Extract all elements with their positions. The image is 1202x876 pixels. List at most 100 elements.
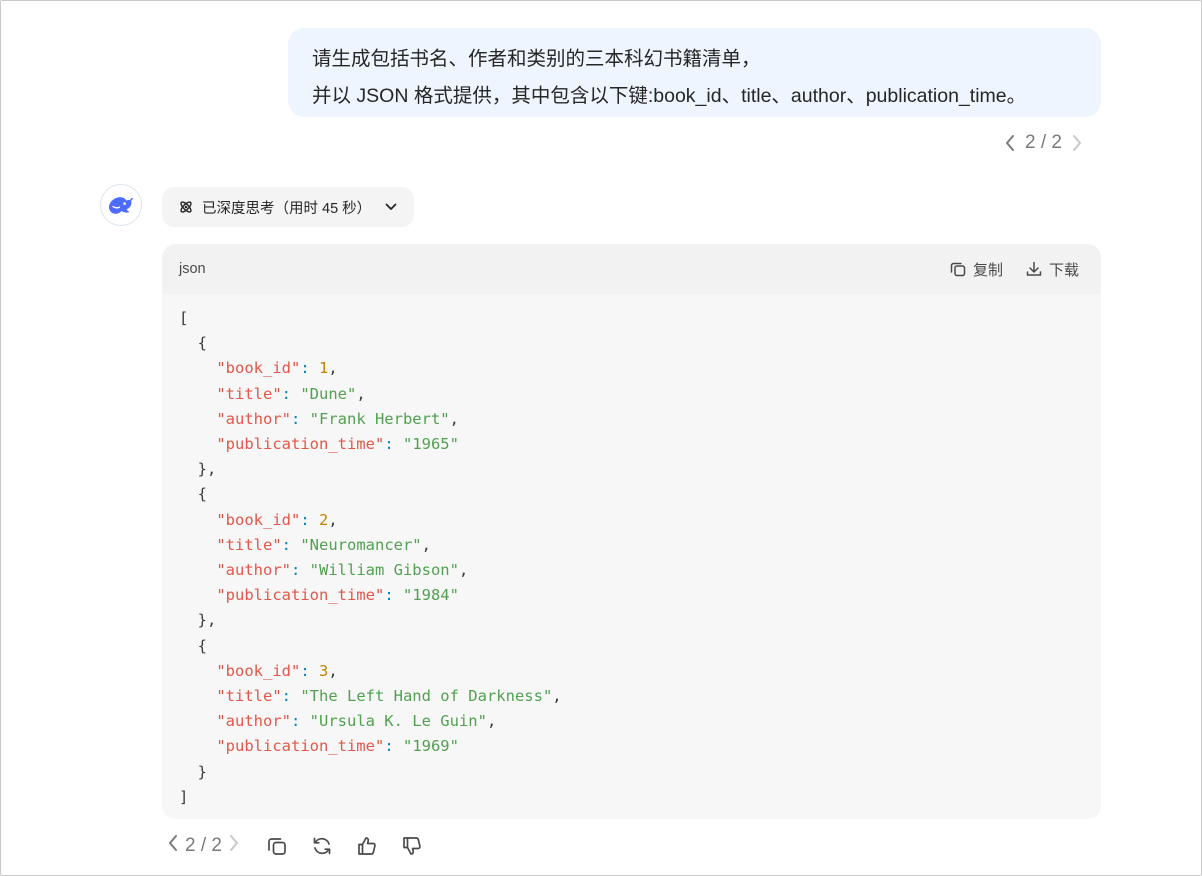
- like-button[interactable]: [352, 831, 382, 861]
- json-punct: ,: [458, 561, 469, 580]
- json-string: "Ursula K. Le Guin": [309, 712, 487, 731]
- json-punct: ]: [179, 787, 189, 806]
- json-punct: ,: [486, 712, 497, 731]
- json-key: "author": [216, 409, 291, 428]
- code-line: {: [179, 482, 1101, 507]
- code-line: "title": "Neuromancer",: [179, 533, 1101, 558]
- json-punct: ,: [328, 359, 338, 378]
- code-line: "book_id": 2,: [179, 508, 1101, 533]
- next-version-button[interactable]: [1068, 134, 1086, 152]
- chevron-left-icon: [169, 835, 177, 851]
- code-language-label: json: [179, 261, 206, 277]
- whale-logo-icon: [109, 197, 133, 214]
- code-line: "publication_time": "1965": [179, 432, 1101, 457]
- response-action-bar: 2 / 2: [167, 831, 442, 861]
- json-colon: :: [290, 712, 310, 731]
- json-colon: :: [281, 384, 301, 403]
- json-punct: ,: [552, 687, 562, 706]
- json-key: "publication_time": [216, 435, 385, 454]
- json-string: "William Gibson": [309, 561, 459, 580]
- code-line: },: [179, 608, 1101, 633]
- dislike-button[interactable]: [397, 831, 427, 861]
- code-line: "author": "William Gibson",: [179, 558, 1101, 583]
- json-colon: :: [300, 359, 319, 378]
- deep-thinking-toggle[interactable]: 已深度思考（用时 45 秒）: [162, 187, 414, 227]
- code-line: "book_id": 1,: [179, 356, 1101, 381]
- json-colon: :: [300, 661, 319, 680]
- json-key: "book_id": [216, 359, 301, 378]
- user-message-bubble: 请生成包括书名、作者和类别的三本科幻书籍清单， 并以 JSON 格式提供，其中包…: [288, 28, 1101, 117]
- json-code-content: [ { "book_id": 1, "title": "Dune", "auth…: [162, 294, 1101, 810]
- code-line: ]: [179, 785, 1101, 810]
- json-punct: ,: [421, 535, 431, 554]
- user-message-line-1: 请生成包括书名、作者和类别的三本科幻书籍清单，: [312, 48, 761, 70]
- regenerate-button[interactable]: [307, 831, 337, 861]
- copy-response-button[interactable]: [262, 831, 292, 861]
- json-colon: :: [384, 737, 403, 756]
- refresh-icon: [313, 837, 331, 855]
- response-pager-count: 2 / 2: [185, 835, 222, 856]
- code-line: [: [179, 306, 1101, 331]
- json-punct: },: [179, 460, 217, 479]
- download-icon: [1026, 261, 1042, 276]
- json-punct: {: [179, 636, 207, 655]
- previous-version-button[interactable]: [1001, 134, 1019, 152]
- json-number: 3: [319, 661, 329, 680]
- json-number: 2: [319, 510, 329, 529]
- json-key: "title": [216, 535, 282, 554]
- json-punct: ,: [449, 409, 459, 428]
- atom-icon: [180, 201, 192, 213]
- json-punct: [: [179, 309, 189, 327]
- code-line: "publication_time": "1969": [179, 734, 1101, 759]
- json-key: "title": [216, 687, 282, 706]
- json-colon: :: [300, 510, 319, 529]
- code-line: "author": "Ursula K. Le Guin",: [179, 709, 1101, 734]
- json-key: "publication_time": [216, 586, 385, 605]
- thinking-duration-label: 已深度思考（用时 45 秒）: [202, 200, 372, 217]
- json-punct: ,: [356, 384, 366, 403]
- json-colon: :: [281, 535, 301, 554]
- copy-icon: [950, 262, 966, 277]
- next-response-button[interactable]: [228, 834, 240, 858]
- chevron-right-icon: [229, 835, 238, 851]
- json-string: "Neuromancer": [300, 535, 422, 554]
- json-colon: :: [290, 409, 310, 428]
- thumbs-up-icon: [358, 837, 376, 855]
- json-punct: {: [179, 334, 207, 353]
- json-punct: ,: [328, 510, 338, 529]
- chevron-left-icon: [1006, 135, 1014, 151]
- copy-label: 复制: [972, 261, 1003, 279]
- json-punct: ,: [328, 661, 338, 680]
- previous-response-button[interactable]: [167, 834, 179, 858]
- code-line: {: [179, 634, 1101, 659]
- json-string: "Frank Herbert": [309, 409, 450, 428]
- json-string: "Dune": [300, 384, 357, 403]
- response-pager: 2 / 2: [167, 834, 240, 858]
- code-line: "book_id": 3,: [179, 659, 1101, 684]
- json-colon: :: [281, 687, 301, 706]
- json-key: "author": [216, 712, 291, 731]
- code-line: "title": "The Left Hand of Darkness",: [179, 684, 1101, 709]
- json-key: "title": [216, 384, 282, 403]
- json-punct: {: [179, 485, 207, 504]
- download-button[interactable]: 下载: [1025, 259, 1079, 280]
- json-key: "publication_time": [216, 737, 385, 756]
- code-line: "author": "Frank Herbert",: [179, 407, 1101, 432]
- json-key: "book_id": [216, 510, 301, 529]
- copy-button[interactable]: 复制: [949, 259, 1003, 280]
- json-colon: :: [384, 435, 403, 454]
- thumbs-down-icon: [403, 837, 421, 855]
- json-number: 1: [319, 359, 329, 378]
- code-line: },: [179, 457, 1101, 482]
- download-label: 下载: [1048, 261, 1079, 279]
- json-string: "The Left Hand of Darkness": [300, 687, 553, 706]
- code-line: "title": "Dune",: [179, 382, 1101, 407]
- json-key: "book_id": [216, 661, 301, 680]
